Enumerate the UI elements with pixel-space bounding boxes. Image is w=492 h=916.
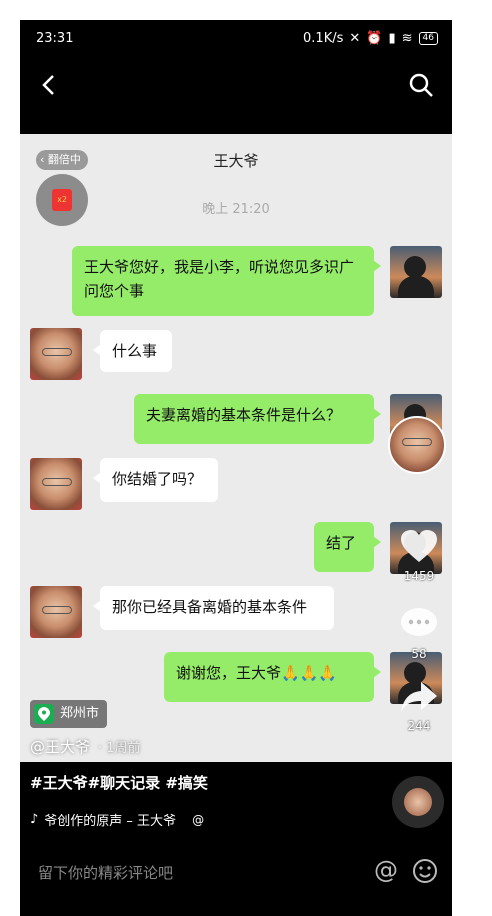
heart-icon [401, 530, 437, 562]
battery-indicator: 46 [418, 32, 438, 45]
comment-input[interactable]: 留下你的精彩评论吧 [38, 862, 173, 883]
location-tag[interactable]: 郑州市 [30, 700, 108, 728]
receiver-avatar [30, 586, 82, 638]
video-content[interactable]: ‹ 翻倍中 王大爷 x2 晚上 21:20 王大爷您好，我是小李，听说您见多识广… [20, 134, 452, 762]
location-label: 郑州市 [60, 706, 100, 721]
message-bubble-right: 谢谢您，王大爷🙏🙏🙏 [164, 652, 381, 702]
like-button[interactable]: 1459 [394, 528, 444, 583]
chat-timestamp: 晚上 21:20 [202, 202, 270, 217]
receiver-avatar [30, 328, 82, 380]
network-speed: 0.1K/s [303, 31, 344, 46]
status-icons: 0.1K/s ✕ ⏰ ▮ ≋ 46 [303, 31, 438, 46]
emoji-icon[interactable] [412, 858, 438, 884]
search-icon[interactable] [406, 70, 436, 100]
back-arrow-icon[interactable] [34, 70, 64, 100]
status-time: 23:31 [36, 31, 74, 46]
sender-avatar [390, 246, 442, 298]
share-count: 244 [407, 719, 431, 733]
message-bubble-left: 那你已经具备离婚的基本条件 [93, 586, 334, 630]
music-note-icon: ♪ [30, 812, 39, 827]
share-button[interactable]: 244 [394, 680, 444, 733]
phone-screen: 23:31 0.1K/s ✕ ⏰ ▮ ≋ 46 ‹ 翻倍中 王大爷 x2 晚上 … [20, 20, 452, 916]
mute-icon: ✕ [349, 31, 361, 46]
post-age: · 1周前 [98, 741, 141, 756]
wifi-icon: ≋ [401, 31, 413, 46]
alarm-icon: ⏰ [366, 31, 383, 46]
receiver-avatar [30, 458, 82, 510]
message-bubble-left: 什么事 [93, 330, 172, 372]
like-count: 1459 [403, 569, 435, 583]
share-arrow-icon [401, 682, 437, 712]
status-bar: 23:31 0.1K/s ✕ ⏰ ▮ ≋ 46 [20, 20, 452, 58]
creator-profile-avatar[interactable] [388, 416, 446, 474]
top-bar [20, 58, 452, 134]
author-line[interactable]: @王大爷 · 1周前 [30, 736, 141, 757]
comment-count: 58 [411, 647, 427, 661]
mention-icon[interactable]: @ [374, 856, 398, 884]
signal-icon: ▮ [388, 31, 396, 46]
comment-bubble-icon [401, 608, 437, 636]
location-pin-icon [34, 704, 54, 724]
message-bubble-right: 夫妻离婚的基本条件是什么？ [134, 394, 381, 444]
author-handle[interactable]: @王大爷 [30, 738, 90, 756]
caption-hashtags[interactable]: #王大爷#聊天记录 #搞笑 [30, 772, 208, 793]
chat-title: 王大爷 [213, 152, 259, 170]
music-disc[interactable] [392, 776, 444, 828]
music-title: 爷创作的原声 – 王大爷 [44, 814, 177, 829]
message-bubble-left: 你结婚了吗？ [93, 458, 218, 502]
music-suffix: @ [192, 812, 205, 827]
comment-button[interactable]: 58 [394, 606, 444, 661]
message-bubble-right: 结了 [314, 522, 381, 572]
music-line[interactable]: ♪ 爷创作的原声 – 王大爷 @ [30, 810, 204, 829]
message-bubble-right: 王大爷您好，我是小李，听说您见多识广问您个事 [72, 246, 381, 316]
